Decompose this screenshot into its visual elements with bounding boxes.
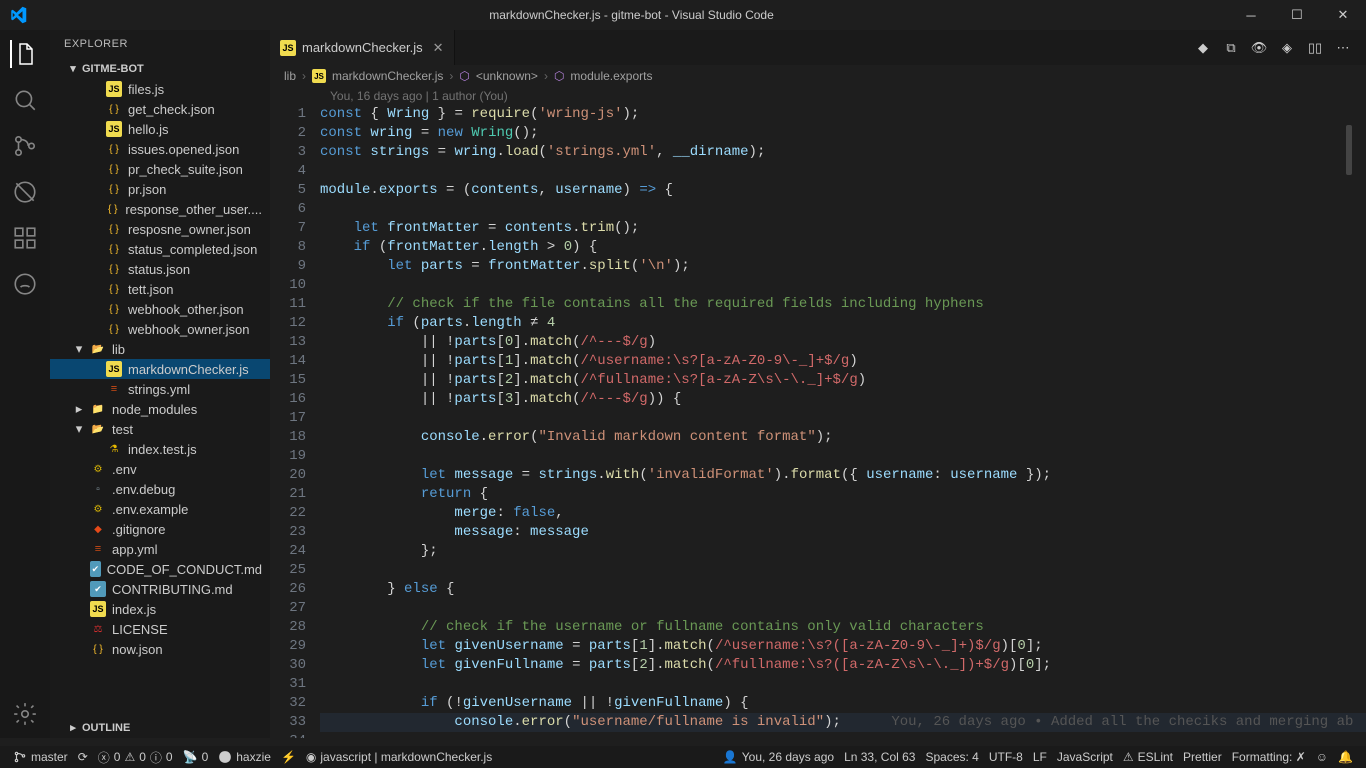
eol[interactable]: LF bbox=[1028, 746, 1052, 768]
tree-item[interactable]: JShello.js bbox=[50, 119, 270, 139]
tree-item[interactable]: ≡strings.yml bbox=[50, 379, 270, 399]
tree-item[interactable]: { }pr_check_suite.json bbox=[50, 159, 270, 179]
extensions-icon[interactable] bbox=[11, 224, 39, 252]
sidebar-header: EXPLORER bbox=[50, 30, 270, 58]
prettier[interactable]: Prettier bbox=[1178, 746, 1227, 768]
tree-item[interactable]: JSfiles.js bbox=[50, 79, 270, 99]
tree-item[interactable]: ⚗index.test.js bbox=[50, 439, 270, 459]
broadcast[interactable]: 📡 0 bbox=[178, 746, 214, 768]
liveshare-user[interactable]: haxzie bbox=[213, 746, 276, 768]
minimap-scrollbar[interactable] bbox=[1346, 125, 1352, 175]
status-bar: master ⟳ ⓧ 0 ⚠ 0 ⓘ 0 📡 0 haxzie ⚡ ◉ java… bbox=[0, 746, 1366, 768]
language-mode[interactable]: JavaScript bbox=[1052, 746, 1118, 768]
more-actions-icon[interactable]: ⋯ bbox=[1334, 40, 1352, 56]
tree-item[interactable]: { }status.json bbox=[50, 259, 270, 279]
tree-item[interactable]: ✔CONTRIBUTING.md bbox=[50, 579, 270, 599]
editor-tabs: JS markdownChecker.js ✕ ◆ ⧉ 👁 ◈ ▯▯ ⋯ bbox=[270, 30, 1366, 65]
tree-item[interactable]: { }webhook_owner.json bbox=[50, 319, 270, 339]
close-tab-icon[interactable]: ✕ bbox=[433, 40, 444, 56]
tree-item[interactable]: ⚙.env bbox=[50, 459, 270, 479]
action-icon[interactable]: ⧉ bbox=[1222, 40, 1240, 56]
git-branch[interactable]: master bbox=[8, 746, 73, 768]
tree-item[interactable]: ▾📂test bbox=[50, 419, 270, 439]
tree-item[interactable]: ▸📁node_modules bbox=[50, 399, 270, 419]
vscode-logo-icon bbox=[0, 6, 35, 24]
problems[interactable]: ⓧ 0 ⚠ 0 ⓘ 0 bbox=[93, 746, 178, 768]
tree-item[interactable]: { }resposne_owner.json bbox=[50, 219, 270, 239]
tree-item[interactable]: ◆.gitignore bbox=[50, 519, 270, 539]
tree-item[interactable]: { }pr.json bbox=[50, 179, 270, 199]
tree-item[interactable]: ▫.env.debug bbox=[50, 479, 270, 499]
sidebar: EXPLORER ▾GITME-BOT JSfiles.js{ }get_che… bbox=[50, 30, 270, 738]
split-editor-icon[interactable]: ▯▯ bbox=[1306, 40, 1324, 56]
tree-item[interactable]: ▾📂lib bbox=[50, 339, 270, 359]
action-icon[interactable]: ◆ bbox=[1194, 40, 1212, 56]
settings-gear-icon[interactable] bbox=[11, 700, 39, 728]
debug-icon[interactable] bbox=[11, 178, 39, 206]
formatting[interactable]: Formatting: ✗ bbox=[1227, 746, 1311, 768]
js-file-icon: JS bbox=[312, 69, 326, 83]
encoding[interactable]: UTF-8 bbox=[984, 746, 1028, 768]
tree-item[interactable]: { }status_completed.json bbox=[50, 239, 270, 259]
js-file-icon: JS bbox=[280, 40, 296, 56]
search-icon[interactable] bbox=[11, 86, 39, 114]
code-lines[interactable]: const { Wring } = require('wring-js');co… bbox=[320, 105, 1366, 738]
action-icon[interactable]: ◈ bbox=[1278, 40, 1296, 56]
tree-item[interactable]: JSmarkdownChecker.js bbox=[50, 359, 270, 379]
tree-item[interactable]: ✔CODE_OF_CONDUCT.md bbox=[50, 559, 270, 579]
editor-area: JS markdownChecker.js ✕ ◆ ⧉ 👁 ◈ ▯▯ ⋯ lib… bbox=[270, 30, 1366, 738]
project-name[interactable]: ▾GITME-BOT bbox=[50, 58, 270, 79]
cursor-position[interactable]: Ln 33, Col 63 bbox=[839, 746, 920, 768]
titlebar: markdownChecker.js - gitme-bot - Visual … bbox=[0, 0, 1366, 30]
feedback-icon[interactable]: ☺ bbox=[1311, 746, 1333, 768]
tree-item[interactable]: { }tett.json bbox=[50, 279, 270, 299]
maximize-button[interactable]: ☐ bbox=[1274, 0, 1320, 30]
tree-item[interactable]: ⚙.env.example bbox=[50, 499, 270, 519]
action-icon[interactable]: 👁 bbox=[1250, 40, 1268, 56]
lang-server[interactable]: ◉ javascript | markdownChecker.js bbox=[301, 746, 497, 768]
source-control-icon[interactable] bbox=[11, 132, 39, 160]
git-sync[interactable]: ⟳ bbox=[73, 746, 93, 768]
close-window-button[interactable]: ✕ bbox=[1320, 0, 1366, 30]
line-gutter: 1234567891011121314151617181920212223242… bbox=[270, 105, 320, 738]
eslint[interactable]: ⚠ ESLint bbox=[1118, 746, 1178, 768]
editor-actions: ◆ ⧉ 👁 ◈ ▯▯ ⋯ bbox=[1194, 30, 1366, 65]
tree-item[interactable]: JSindex.js bbox=[50, 599, 270, 619]
activity-bar bbox=[0, 30, 50, 738]
tree-item[interactable]: { }issues.opened.json bbox=[50, 139, 270, 159]
tab-markdownchecker[interactable]: JS markdownChecker.js ✕ bbox=[270, 30, 455, 65]
tree-item[interactable]: { }webhook_other.json bbox=[50, 299, 270, 319]
gitlens-blame-header: You, 16 days ago | 1 author (You) bbox=[270, 87, 1366, 105]
indent[interactable]: Spaces: 4 bbox=[920, 746, 983, 768]
liveshare-icon[interactable] bbox=[11, 270, 39, 298]
window-title: markdownChecker.js - gitme-bot - Visual … bbox=[35, 8, 1228, 22]
explorer-icon[interactable] bbox=[10, 40, 38, 68]
code-area[interactable]: 1234567891011121314151617181920212223242… bbox=[270, 105, 1366, 738]
bell-icon[interactable]: 🔔 bbox=[1333, 746, 1358, 768]
gitlens-blame-status[interactable]: 👤 You, 26 days ago bbox=[718, 746, 839, 768]
tree-item[interactable]: ⚖LICENSE bbox=[50, 619, 270, 639]
file-tree: JSfiles.js{ }get_check.jsonJShello.js{ }… bbox=[50, 79, 270, 717]
tree-item[interactable]: ≡app.yml bbox=[50, 539, 270, 559]
tree-item[interactable]: { }now.json bbox=[50, 639, 270, 659]
tree-item[interactable]: { }response_other_user.... bbox=[50, 199, 270, 219]
breadcrumb[interactable]: lib› JS markdownChecker.js› ⬡<unknown>› … bbox=[270, 65, 1366, 87]
tab-label: markdownChecker.js bbox=[302, 40, 423, 55]
minimize-button[interactable]: ─ bbox=[1228, 0, 1274, 30]
tree-item[interactable]: { }get_check.json bbox=[50, 99, 270, 119]
outline-section[interactable]: ▸OUTLINE bbox=[50, 717, 270, 738]
bolt-icon[interactable]: ⚡ bbox=[276, 746, 301, 768]
